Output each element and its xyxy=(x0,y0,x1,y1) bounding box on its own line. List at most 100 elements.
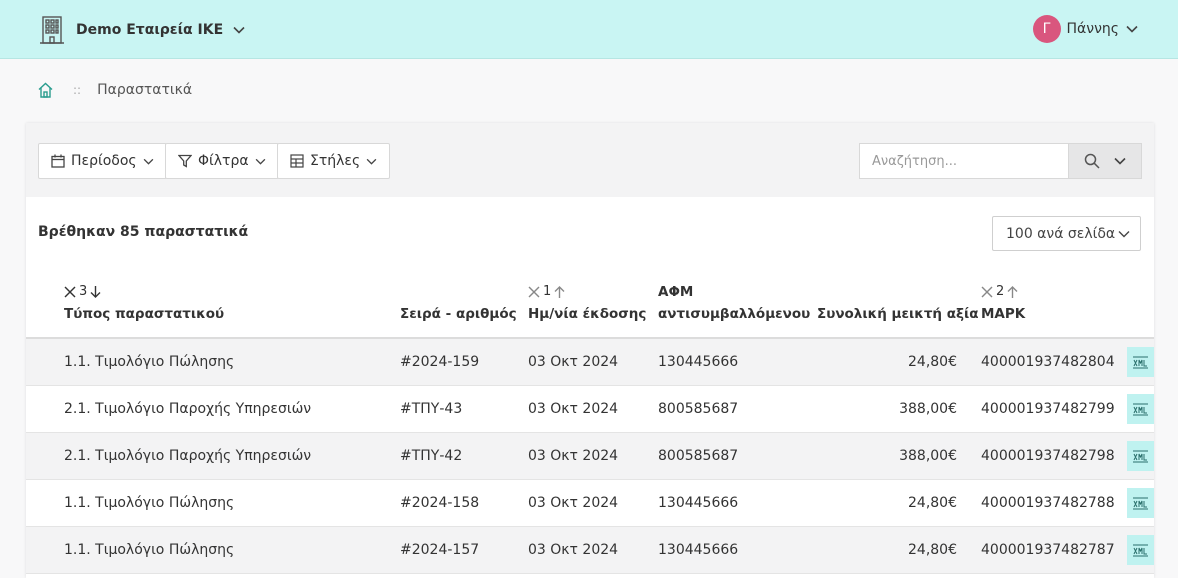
chevron-down-icon xyxy=(366,158,377,165)
user-menu[interactable]: Γ Πάννης xyxy=(1032,15,1139,43)
cell-date: 03 Οκτ 2024 xyxy=(528,448,619,464)
filters-button[interactable]: Φίλτρα xyxy=(165,143,279,179)
per-page-value: 100 ανά σελίδα xyxy=(1006,225,1116,242)
user-name: Πάννης xyxy=(1066,21,1120,37)
xml-icon xyxy=(1133,403,1148,415)
table-row[interactable]: 2.1. Τιμολόγιο Παροχής Υπηρεσιών #ΤΠΥ-43… xyxy=(26,386,1154,433)
sort-indicator: 2 xyxy=(981,281,1025,303)
table-row[interactable]: 1.1. Τιμολόγιο Πώλησης #2024-159 03 Οκτ … xyxy=(26,339,1154,386)
close-icon[interactable] xyxy=(981,286,993,298)
cell-mark: 400001937482798 xyxy=(981,448,1115,464)
cell-afm: 130445666 xyxy=(658,542,739,558)
chevron-down-icon xyxy=(143,158,154,165)
xml-icon xyxy=(1133,544,1148,556)
cell-afm: 130445666 xyxy=(658,495,739,511)
period-label: Περίοδος xyxy=(71,153,137,169)
cell-series: #2024-157 xyxy=(400,542,480,558)
close-icon[interactable] xyxy=(64,286,76,298)
cell-series: #2024-158 xyxy=(400,495,480,511)
search-button[interactable] xyxy=(1068,143,1142,179)
xml-icon xyxy=(1133,497,1148,509)
chevron-down-icon xyxy=(1126,25,1138,33)
cell-series: #ΤΠΥ-43 xyxy=(400,401,463,417)
column-label: Ημ/νία έκδοσης xyxy=(528,306,647,322)
cell-type: 2.1. Τιμολόγιο Παροχής Υπηρεσιών xyxy=(64,448,312,464)
column-header-amount[interactable]: Συνολική μεικτή αξία xyxy=(817,303,979,325)
cell-mark: 400001937482804 xyxy=(981,354,1115,370)
column-header-series[interactable]: Σειρά - αριθμός xyxy=(400,303,517,325)
period-button[interactable]: Περίοδος xyxy=(38,143,167,179)
column-label: ΑΦΜ xyxy=(658,284,694,300)
cell-amount: 388,00€ xyxy=(899,448,957,464)
table-row[interactable]: 2.1. Τιμολόγιο Παροχής Υπηρεσιών #ΤΠΥ-42… xyxy=(26,433,1154,480)
per-page-select[interactable]: 100 ανά σελίδα xyxy=(992,216,1141,251)
column-label: Συνολική μεικτή αξία xyxy=(817,306,979,322)
arrow-up-icon xyxy=(554,286,565,298)
column-header-date[interactable]: 1 Ημ/νία έκδοσης xyxy=(528,281,646,325)
cell-series: #ΤΠΥ-42 xyxy=(400,448,463,464)
search-icon xyxy=(1084,153,1100,169)
building-icon xyxy=(40,16,64,44)
filters-label: Φίλτρα xyxy=(198,153,249,169)
filter-icon xyxy=(178,154,192,168)
arrow-up-icon xyxy=(1007,286,1018,298)
cell-type: 1.1. Τιμολόγιο Πώλησης xyxy=(64,495,235,511)
column-label: Τύπος παραστατικού xyxy=(64,306,225,322)
xml-button[interactable] xyxy=(1127,488,1154,518)
home-icon[interactable] xyxy=(38,82,53,98)
table-header: 3 Τύπος παραστατικού Σειρά - αριθμός 1 Η… xyxy=(26,273,1154,339)
breadcrumb: :: Παραστατικά xyxy=(38,80,192,100)
avatar: Γ xyxy=(1032,15,1061,43)
calendar-icon xyxy=(51,154,65,168)
column-header-mark[interactable]: 2 ΜΑΡΚ xyxy=(981,281,1025,325)
cell-type: 1.1. Τιμολόγιο Πώλησης xyxy=(64,354,235,370)
chevron-down-icon xyxy=(233,26,245,34)
cell-afm: 800585687 xyxy=(658,401,739,417)
table-row[interactable]: 1.1. Τιμολόγιο Πώλησης #2024-157 03 Οκτ … xyxy=(26,527,1154,574)
xml-button[interactable] xyxy=(1127,347,1154,377)
cell-amount: 24,80€ xyxy=(908,495,957,511)
xml-button[interactable] xyxy=(1127,535,1154,565)
cell-afm: 800585687 xyxy=(658,448,739,464)
columns-button[interactable]: Στήλες xyxy=(277,143,391,179)
results-count: Βρέθηκαν 85 παραστατικά xyxy=(38,224,249,240)
table-row[interactable]: 1.1. Τιμολόγιο Πώλησης #2024-158 03 Οκτ … xyxy=(26,480,1154,527)
chevron-down-icon xyxy=(255,158,265,165)
cell-amount: 24,80€ xyxy=(908,354,957,370)
sort-order: 2 xyxy=(996,284,1005,299)
filter-toolbar: Περίοδος Φίλτρα Στήλες xyxy=(26,123,1154,197)
columns-label: Στήλες xyxy=(310,153,361,169)
column-label: Σειρά - αριθμός xyxy=(400,306,517,322)
sort-order: 3 xyxy=(79,284,88,299)
cell-date: 03 Οκτ 2024 xyxy=(528,401,619,417)
cell-date: 03 Οκτ 2024 xyxy=(528,495,619,511)
breadcrumb-current: Παραστατικά xyxy=(97,82,193,98)
column-label-line2: αντισυμβαλλόμενου xyxy=(658,306,811,322)
sort-indicator: 1 xyxy=(528,281,646,303)
xml-button[interactable] xyxy=(1127,394,1154,424)
sort-indicator: 3 xyxy=(64,281,224,303)
cell-mark: 400001937482788 xyxy=(981,495,1115,511)
columns-icon xyxy=(290,154,304,168)
sort-order: 1 xyxy=(543,284,552,299)
cell-mark: 400001937482799 xyxy=(981,401,1115,417)
close-icon[interactable] xyxy=(528,286,540,298)
chevron-down-icon[interactable] xyxy=(1114,157,1126,165)
xml-button[interactable] xyxy=(1127,441,1154,471)
xml-icon xyxy=(1133,450,1148,462)
cell-mark: 400001937482787 xyxy=(981,542,1115,558)
cell-date: 03 Οκτ 2024 xyxy=(528,542,619,558)
cell-type: 1.1. Τιμολόγιο Πώλησης xyxy=(64,542,235,558)
search-input[interactable] xyxy=(859,143,1068,179)
column-label: ΜΑΡΚ xyxy=(981,306,1026,322)
cell-afm: 130445666 xyxy=(658,354,739,370)
cell-series: #2024-159 xyxy=(400,354,480,370)
column-header-afm[interactable]: ΑΦΜ αντισυμβαλλόμενου xyxy=(658,281,810,325)
column-header-type[interactable]: 3 Τύπος παραστατικού xyxy=(64,281,224,325)
cell-date: 03 Οκτ 2024 xyxy=(528,354,619,370)
cell-type: 2.1. Τιμολόγιο Παροχής Υπηρεσιών xyxy=(64,401,312,417)
company-switcher[interactable]: Demo Εταιρεία ΙΚΕ xyxy=(40,15,245,45)
xml-icon xyxy=(1133,356,1148,368)
company-name: Demo Εταιρεία ΙΚΕ xyxy=(76,22,224,38)
top-bar: Demo Εταιρεία ΙΚΕ Γ Πάννης xyxy=(0,0,1178,59)
